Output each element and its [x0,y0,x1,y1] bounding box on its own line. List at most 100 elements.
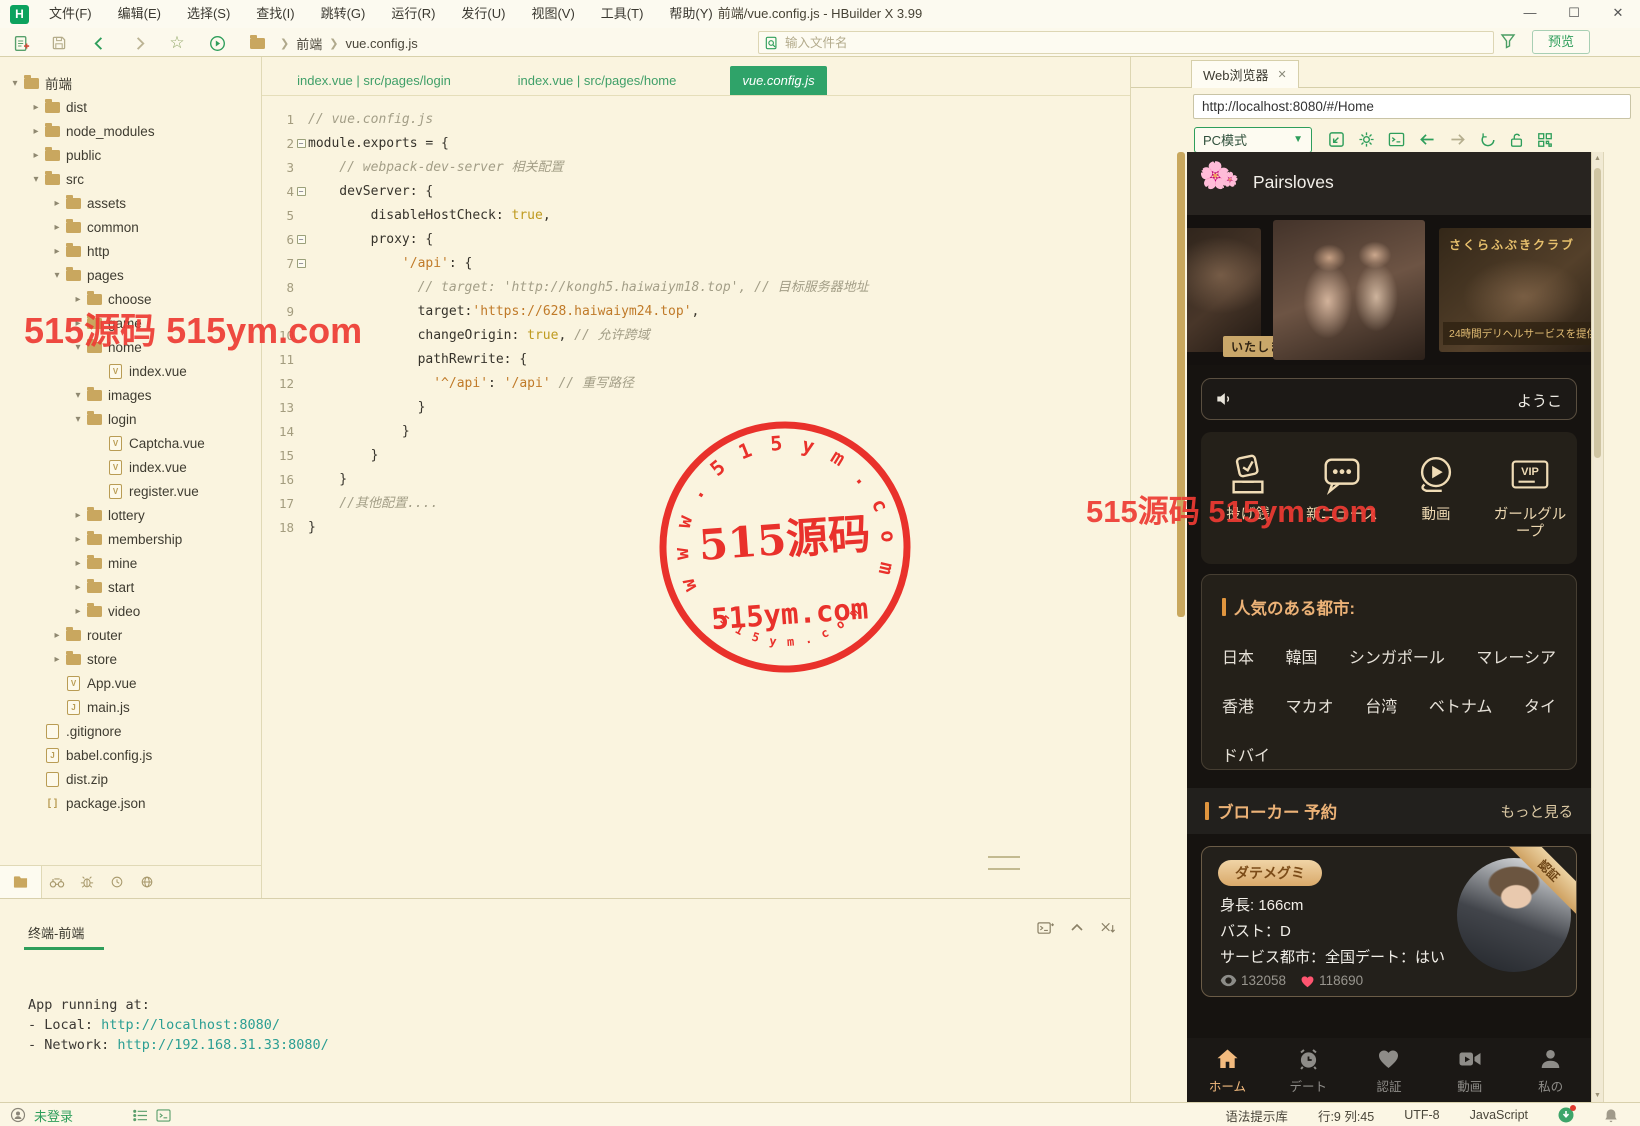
console-icon[interactable] [156,1108,171,1122]
feature-item[interactable]: 動画 [1389,452,1483,564]
tree-item[interactable]: [ ] package.json [0,791,261,815]
tree-item[interactable]: Vregister.vue [0,479,261,503]
tree-item[interactable]: ▾ images [0,383,261,407]
notice-marquee[interactable]: ようこ [1201,378,1577,420]
terminal-tab[interactable]: 终端-前端 [28,923,84,942]
menu-item[interactable]: 视图(V) [518,0,587,28]
tree-item[interactable]: ▸ lottery [0,503,261,527]
editor-tab[interactable]: vue.config.js [730,66,827,95]
lock-icon[interactable] [1509,132,1524,148]
chevron-right-icon[interactable]: ▸ [50,630,64,641]
debug-bug-icon[interactable] [72,875,102,889]
tree-item[interactable]: ▾ src [0,167,261,191]
web-globe-icon[interactable] [132,875,162,889]
close-icon[interactable]: ✕ [1596,0,1640,28]
city-link[interactable]: マカオ [1286,693,1334,717]
chevron-right-icon[interactable]: ▸ [29,150,43,161]
nav-item-user[interactable]: 私の [1510,1047,1591,1102]
city-link[interactable]: シンガポール [1349,644,1445,668]
city-link[interactable]: 韓国 [1285,644,1317,668]
tree-item[interactable]: ▸ mine [0,551,261,575]
webview-scrollbar[interactable]: ▲ ▼ [1591,152,1604,1102]
status-item[interactable]: UTF-8 [1404,1108,1439,1122]
chevron-down-icon[interactable]: ▾ [8,78,22,89]
menu-item[interactable]: 跳转(G) [308,0,379,28]
tree-item[interactable]: ▸ membership [0,527,261,551]
fold-icon[interactable]: − [296,235,306,244]
chevron-down-icon[interactable]: ▾ [50,270,64,281]
panel-splitter-bar[interactable] [1177,152,1185,617]
save-button[interactable] [48,32,70,54]
fold-icon[interactable]: − [296,187,306,196]
chevron-right-icon[interactable]: ▸ [29,102,43,113]
fold-icon[interactable]: − [296,259,306,268]
tree-item[interactable]: dist.zip [0,767,261,791]
city-link[interactable]: 台湾 [1365,693,1397,717]
chevron-right-icon[interactable]: ▸ [71,582,85,593]
city-link[interactable]: 日本 [1222,644,1254,668]
refresh-icon[interactable] [1480,132,1496,148]
tree-item[interactable]: Vindex.vue [0,455,261,479]
chevron-right-icon[interactable]: ▸ [50,246,64,257]
settings-gear-icon[interactable] [1358,131,1375,148]
explorer-tab-icon[interactable] [0,865,42,899]
chevron-down-icon[interactable]: ▾ [71,390,85,401]
see-more-link[interactable]: もっと見る [1501,801,1574,822]
carousel-slide-right[interactable]: さくらふぶきクラブ 24時間デリヘルサービスを提供いたし [1439,228,1591,352]
close-tab-icon[interactable]: ✕ [1278,68,1287,81]
tree-item[interactable]: ▸ assets [0,191,261,215]
chevron-right-icon[interactable]: ▸ [71,606,85,617]
outline-list-icon[interactable] [133,1109,148,1122]
device-mode-select[interactable]: PC模式 ▼ [1194,126,1312,153]
back-button[interactable] [88,32,110,54]
feature-item[interactable]: VIP ガールグループ [1483,452,1577,564]
tree-item[interactable]: V App.vue [0,671,261,695]
status-item[interactable]: JavaScript [1470,1108,1528,1122]
new-terminal-icon[interactable] [1037,921,1054,936]
minimize-icon[interactable]: — [1508,0,1552,28]
tree-item[interactable]: ▸ http [0,239,261,263]
menu-item[interactable]: 查找(I) [243,0,307,28]
notification-bell-icon[interactable] [1604,1108,1618,1123]
file-search-input[interactable] [785,35,1425,50]
menu-item[interactable]: 选择(S) [174,0,243,28]
nav-back-icon[interactable] [1418,132,1436,147]
tree-item[interactable]: Jmain.js [0,695,261,719]
chevron-down-icon[interactable]: ▾ [29,174,43,185]
city-link[interactable]: 香港 [1222,693,1254,717]
login-status[interactable]: 未登录 [34,1106,73,1125]
tree-item[interactable]: ▾ pages [0,263,261,287]
menu-item[interactable]: 运行(R) [378,0,448,28]
tree-item[interactable]: Vindex.vue [0,359,261,383]
profile-card[interactable]: ダテメグミ 身長: 166cm バスト：D サービス都市：全国デート：はい 13… [1201,846,1577,997]
tree-item[interactable]: ▸ start [0,575,261,599]
user-account-icon[interactable] [10,1107,26,1123]
new-file-button[interactable] [10,32,32,54]
scroll-down-icon[interactable]: ▼ [1592,1092,1603,1099]
nav-item-clock[interactable]: デート [1268,1047,1349,1102]
chevron-down-icon[interactable]: ▾ [71,414,85,425]
menu-item[interactable]: 编辑(E) [105,0,174,28]
city-link[interactable]: マレーシア [1476,644,1556,668]
search-binoculars-icon[interactable] [42,876,72,889]
chevron-right-icon[interactable]: ▸ [71,558,85,569]
editor-tab[interactable]: index.vue | src/pages/login [270,66,478,95]
carousel-slide-center[interactable] [1273,220,1425,360]
banner-carousel[interactable]: いたします さくらふぶきクラブ 24時間デリヘルサービスを提供いたし [1187,215,1591,365]
open-external-icon[interactable] [1328,131,1345,148]
chevron-right-icon[interactable]: ▸ [50,222,64,233]
nav-item-heart[interactable]: 認証 [1349,1047,1430,1102]
update-download-icon[interactable] [1558,1105,1576,1123]
scroll-up-icon[interactable]: ▲ [1592,155,1603,162]
tree-item[interactable]: ▸ store [0,647,261,671]
city-link[interactable]: ドバイ [1222,742,1270,766]
network-url-link[interactable]: http://192.168.31.33:8080/ [117,1037,328,1053]
tree-item[interactable]: V Captcha.vue [0,431,261,455]
breadcrumb-project[interactable]: 前端 [296,34,322,53]
nav-item-video[interactable]: 動画 [1429,1047,1510,1102]
tree-item[interactable]: ▸ dist [0,95,261,119]
tree-item[interactable]: ▾ 前端 [0,71,261,95]
city-link[interactable]: タイ [1524,693,1556,717]
collapse-panel-icon[interactable] [1070,921,1084,936]
close-terminal-icon[interactable] [1100,921,1116,936]
